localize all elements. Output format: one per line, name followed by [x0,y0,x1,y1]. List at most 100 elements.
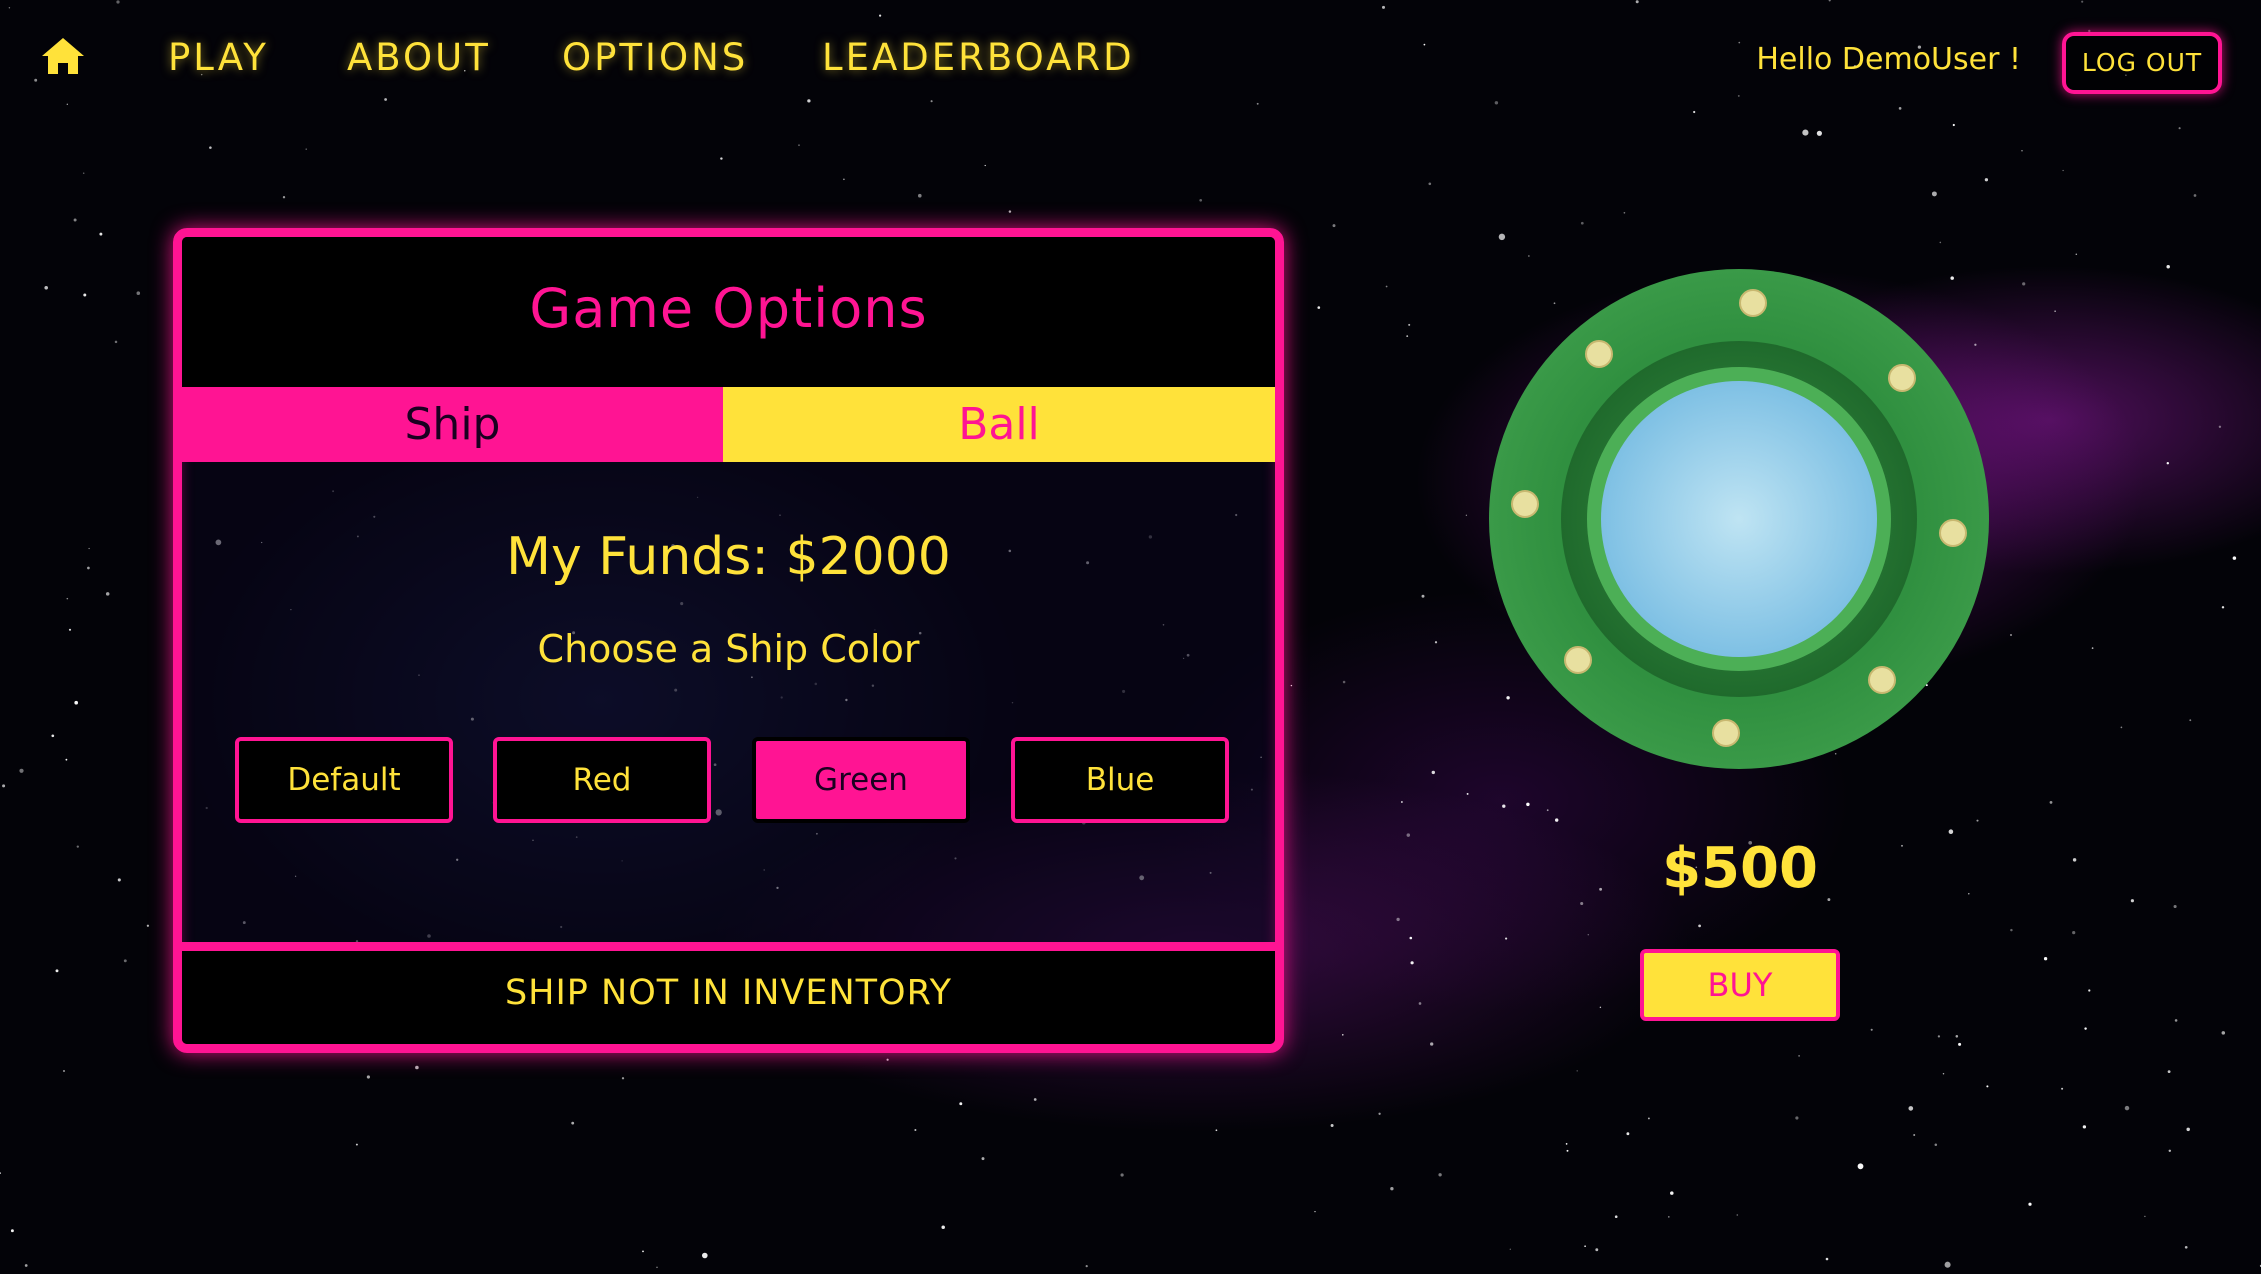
star [83,293,87,297]
star [88,547,90,550]
star [65,758,68,761]
star [701,1252,708,1259]
star [1626,1132,1630,1136]
star [2043,957,2048,961]
nav-play-link[interactable]: PLAY [168,36,269,79]
star [642,1250,644,1253]
star [66,597,69,600]
star [1798,1055,1800,1057]
nav-leaderboard-link[interactable]: LEADERBOARD [822,36,1135,79]
color-blue-button[interactable]: Blue [1011,737,1229,823]
star [1033,1098,1037,1101]
home-icon[interactable] [40,36,86,76]
star [1576,1070,1578,1072]
star [99,232,103,236]
star [1342,1034,1344,1036]
star [1215,1129,1218,1132]
star [1466,792,1469,795]
star [621,1077,625,1080]
star [1505,937,1508,940]
star [2054,310,2056,312]
tab-ship[interactable]: Ship [182,387,723,462]
star [105,592,110,596]
star [1406,833,1411,837]
star [2124,1105,2130,1111]
star [1502,804,1506,808]
star [1647,1117,1650,1120]
tab-ball[interactable]: Ball [723,387,1275,462]
star [1948,829,1954,834]
star [146,924,150,927]
star [1390,1187,1394,1191]
star [1378,1112,1381,1115]
star [2232,556,2237,560]
star [1406,335,1409,337]
star [1317,306,1321,309]
star [1565,1143,1568,1145]
star [1314,1210,1316,1213]
star [2120,726,2123,729]
star [2010,634,2012,636]
star [1434,641,1438,644]
star [886,1058,889,1061]
star [1408,323,1411,326]
star [19,768,24,773]
ship-preview-image [1489,269,1989,769]
star [2193,194,2197,197]
star [1430,1042,1434,1046]
ship-price: $500 [1662,836,1818,901]
star [55,969,59,973]
star [73,218,77,222]
color-red-button[interactable]: Red [493,737,711,823]
star [1595,1248,1599,1252]
star [984,164,986,167]
star [2168,1149,2172,1153]
star [1942,1073,1945,1075]
ship-dome [1601,381,1877,657]
star [1976,819,1979,822]
star [2,784,6,788]
star [981,1157,985,1161]
star [1614,1215,1618,1219]
star [2178,127,2181,130]
inventory-status: SHIP NOT IN INVENTORY [504,973,953,1013]
star [10,1229,14,1233]
star [1332,224,1336,228]
star [1934,1143,1938,1146]
star [0,1172,1,1174]
star [2022,282,2026,286]
logout-button[interactable]: LOG OUT [2062,32,2222,94]
star [959,1102,963,1106]
star [1580,901,1584,906]
star [2166,462,2169,465]
inventory-status-bar: SHIP NOT IN INVENTORY [182,942,1275,1044]
star [63,1070,65,1072]
star [2218,425,2222,428]
nav-options-link[interactable]: OPTIONS [562,36,748,79]
star [2075,253,2078,255]
star [24,1264,28,1267]
panel-title: Game Options [529,277,928,340]
star [2186,1127,2190,1132]
star [123,959,127,963]
star [1290,684,1293,687]
star [2072,931,2076,935]
star [1342,680,1346,684]
star [366,1075,370,1079]
star [2091,647,2094,649]
color-green-button[interactable]: Green [752,737,970,823]
buy-button[interactable]: BUY [1640,949,1840,1021]
star [1670,1191,1674,1195]
star [2049,800,2053,804]
star [44,286,48,290]
nav-about-link[interactable]: ABOUT [347,36,491,79]
star [114,340,118,344]
star [1698,924,1701,928]
star [51,734,55,738]
star [1802,129,1809,136]
star [1587,933,1590,936]
star [76,845,79,848]
color-default-button[interactable]: Default [235,737,453,823]
star [1825,1257,1829,1261]
star [1968,893,1970,895]
